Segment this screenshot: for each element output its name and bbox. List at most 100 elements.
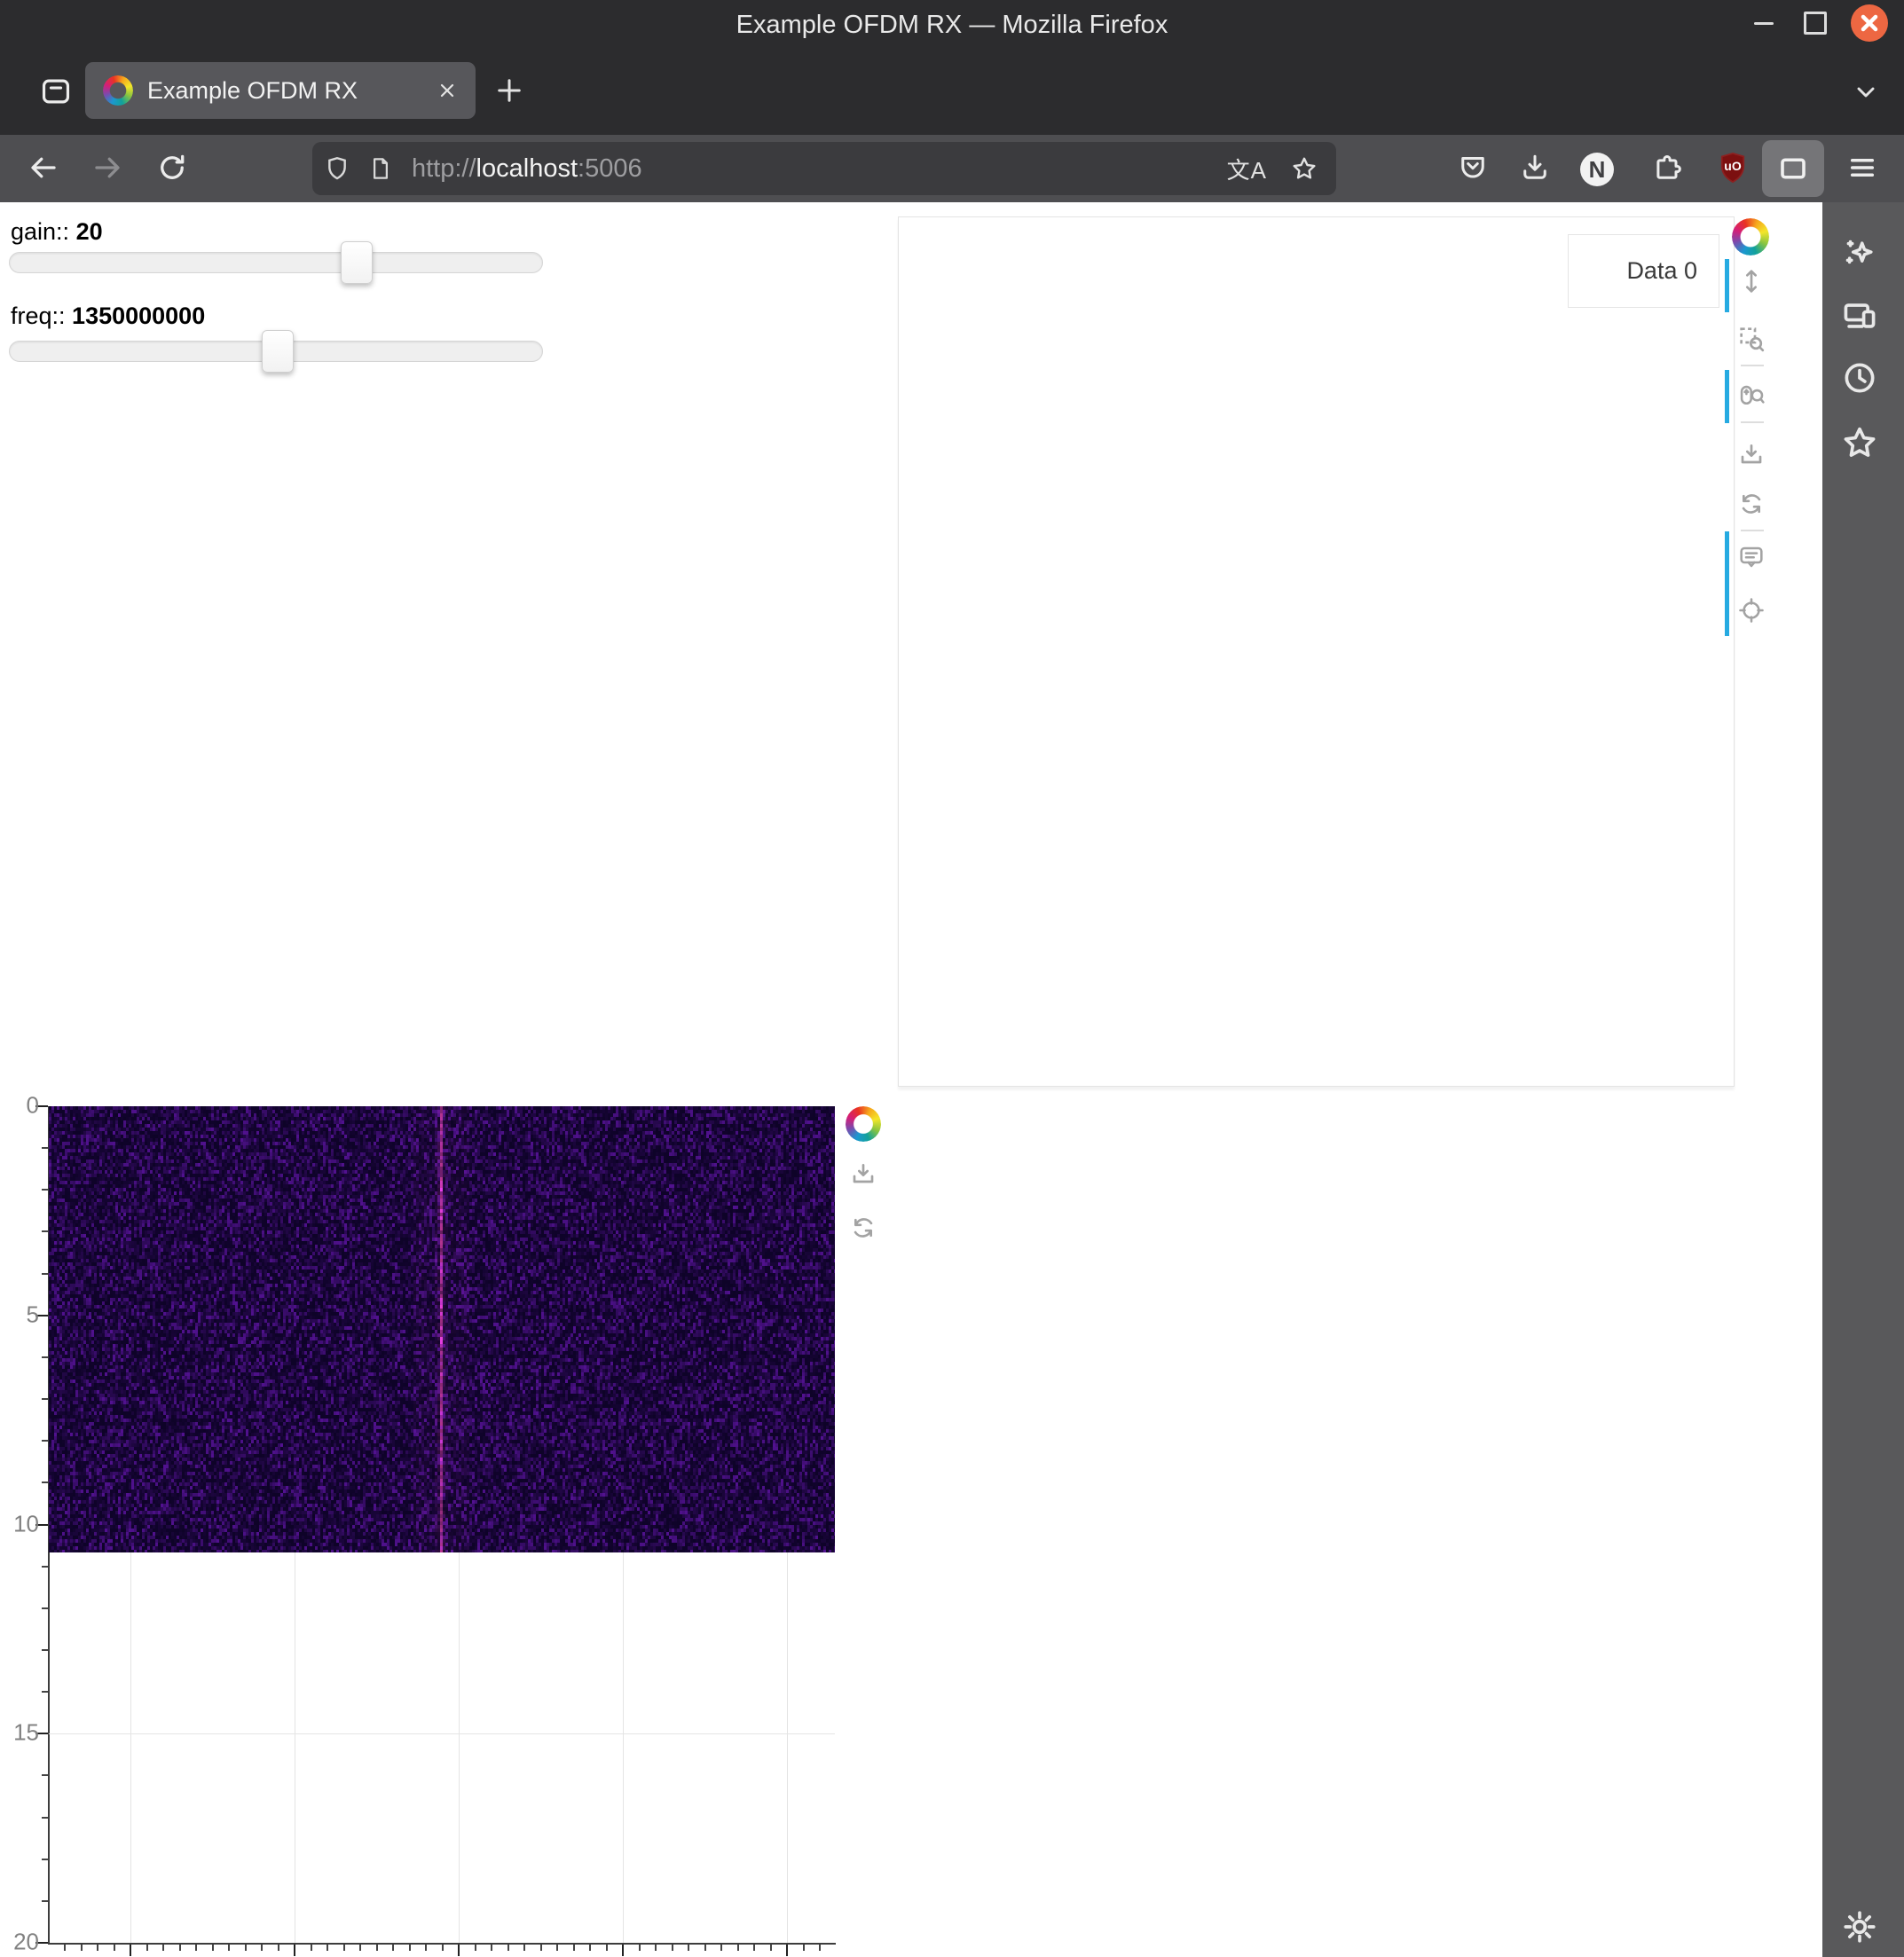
x-tick	[294, 1945, 295, 1956]
y-tick-label: 10	[5, 1510, 39, 1537]
forward-button[interactable]	[91, 152, 123, 184]
reset-icon	[849, 1214, 877, 1242]
y-minor-tick	[42, 1273, 48, 1275]
x-minor-tick	[81, 1945, 83, 1951]
freq-slider[interactable]	[9, 341, 543, 362]
x-minor-tick	[819, 1945, 821, 1951]
crosshair-tool-button[interactable]	[1737, 596, 1766, 625]
y-tick-label: 20	[5, 1928, 39, 1955]
bokeh-logo[interactable]	[1732, 218, 1769, 255]
history-button[interactable]	[1840, 358, 1879, 397]
hamburger-menu-icon	[1846, 152, 1878, 184]
x-minor-tick	[720, 1945, 722, 1951]
active-tool-indicator	[1725, 531, 1729, 636]
bookmark-star-icon[interactable]	[1290, 154, 1318, 183]
top-plot: Data 0	[898, 216, 1735, 1087]
sidebar-toggle-button[interactable]	[1762, 140, 1824, 197]
y-minor-tick	[42, 1356, 48, 1358]
tracking-protection-shield-icon[interactable]	[323, 154, 351, 183]
save-tool-button[interactable]	[849, 1160, 877, 1189]
spectrogram-image	[49, 1106, 835, 1552]
gain-slider[interactable]	[9, 252, 543, 273]
tab-title: Example OFDM RX	[147, 77, 431, 105]
wheel-zoom-tool-button[interactable]	[1737, 382, 1766, 411]
maximize-button[interactable]	[1799, 7, 1831, 39]
x-minor-tick	[245, 1945, 247, 1951]
sidebar-settings-button[interactable]	[1840, 1907, 1879, 1946]
y-minor-tick	[42, 1440, 48, 1442]
app-menu-button[interactable]	[1846, 152, 1878, 184]
close-button[interactable]	[1851, 4, 1888, 42]
url-port: :5006	[578, 154, 642, 183]
y-minor-tick	[42, 1147, 48, 1149]
pan-tool-button[interactable]	[1737, 267, 1766, 295]
y-minor-tick	[42, 1566, 48, 1568]
save-tool-button[interactable]	[1737, 441, 1766, 469]
reset-tool-button[interactable]	[1737, 490, 1766, 518]
minimize-icon	[1754, 22, 1774, 25]
x-minor-tick	[114, 1945, 115, 1951]
url-bar[interactable]: http://localhost:5006 文A	[312, 142, 1336, 195]
x-minor-tick	[146, 1945, 148, 1951]
bookmarks-button[interactable]	[1840, 423, 1879, 462]
page-info-icon[interactable]	[367, 155, 394, 182]
box-zoom-icon	[1737, 325, 1766, 353]
save-icon	[1737, 441, 1766, 469]
x-minor-tick	[475, 1945, 476, 1951]
gain-slider-handle[interactable]	[341, 241, 373, 284]
x-minor-tick	[737, 1945, 739, 1951]
ublock-origin-button[interactable]: uO	[1714, 149, 1751, 186]
y-minor-tick	[42, 1691, 48, 1693]
tab-close-button[interactable]	[431, 75, 463, 106]
url-scheme: http://	[412, 154, 476, 183]
maximize-icon	[1804, 12, 1827, 35]
freq-slider-value: 1350000000	[72, 303, 205, 329]
x-minor-tick	[507, 1945, 509, 1951]
puzzle-icon	[1652, 152, 1684, 184]
x-minor-tick	[64, 1945, 66, 1951]
downloads-button[interactable]	[1519, 152, 1551, 184]
toolbar-separator	[1741, 530, 1764, 531]
svg-text:uO: uO	[1724, 159, 1742, 173]
x-minor-tick	[425, 1945, 427, 1951]
y-minor-tick	[42, 1649, 48, 1651]
gear-icon	[1840, 1907, 1879, 1946]
gridline	[49, 1733, 835, 1734]
browser-tab[interactable]: Example OFDM RX	[85, 62, 476, 119]
x-minor-tick	[97, 1945, 98, 1951]
translate-icon[interactable]: 文A	[1227, 153, 1267, 185]
ai-chatbot-button[interactable]	[1840, 234, 1879, 273]
active-tool-indicator	[1725, 370, 1729, 423]
x-minor-tick	[327, 1945, 328, 1951]
box-zoom-tool-button[interactable]	[1737, 325, 1766, 353]
x-minor-tick	[523, 1945, 525, 1951]
extensions-button[interactable]	[1652, 152, 1684, 184]
x-minor-tick	[688, 1945, 689, 1951]
sparkle-icon	[1840, 234, 1879, 273]
firefox-view-icon[interactable]	[39, 75, 73, 108]
bokeh-logo[interactable]	[846, 1106, 881, 1142]
list-all-tabs-button[interactable]	[1852, 78, 1880, 106]
synced-tabs-button[interactable]	[1840, 296, 1879, 335]
x-minor-tick	[195, 1945, 197, 1951]
reload-button[interactable]	[156, 152, 188, 184]
clock-icon	[1840, 358, 1879, 397]
pocket-save-button[interactable]	[1457, 152, 1489, 184]
back-button[interactable]	[28, 152, 59, 184]
freq-slider-handle[interactable]	[262, 330, 294, 373]
x-minor-tick	[261, 1945, 263, 1951]
minimize-button[interactable]	[1748, 7, 1780, 39]
x-minor-tick	[162, 1945, 164, 1951]
noscript-extension-button[interactable]: N	[1580, 153, 1614, 186]
reset-tool-button[interactable]	[849, 1214, 877, 1242]
x-minor-tick	[343, 1945, 345, 1951]
y-minor-tick	[42, 1482, 48, 1483]
new-tab-button[interactable]	[493, 75, 525, 106]
y-minor-tick	[42, 1398, 48, 1400]
legend-label: Data 0	[1626, 257, 1697, 285]
x-minor-tick	[442, 1945, 444, 1951]
url-text[interactable]: http://localhost:5006	[412, 154, 1227, 184]
hover-tool-button[interactable]	[1737, 543, 1766, 571]
hover-icon	[1737, 543, 1766, 571]
noscript-icon: N	[1589, 156, 1606, 184]
